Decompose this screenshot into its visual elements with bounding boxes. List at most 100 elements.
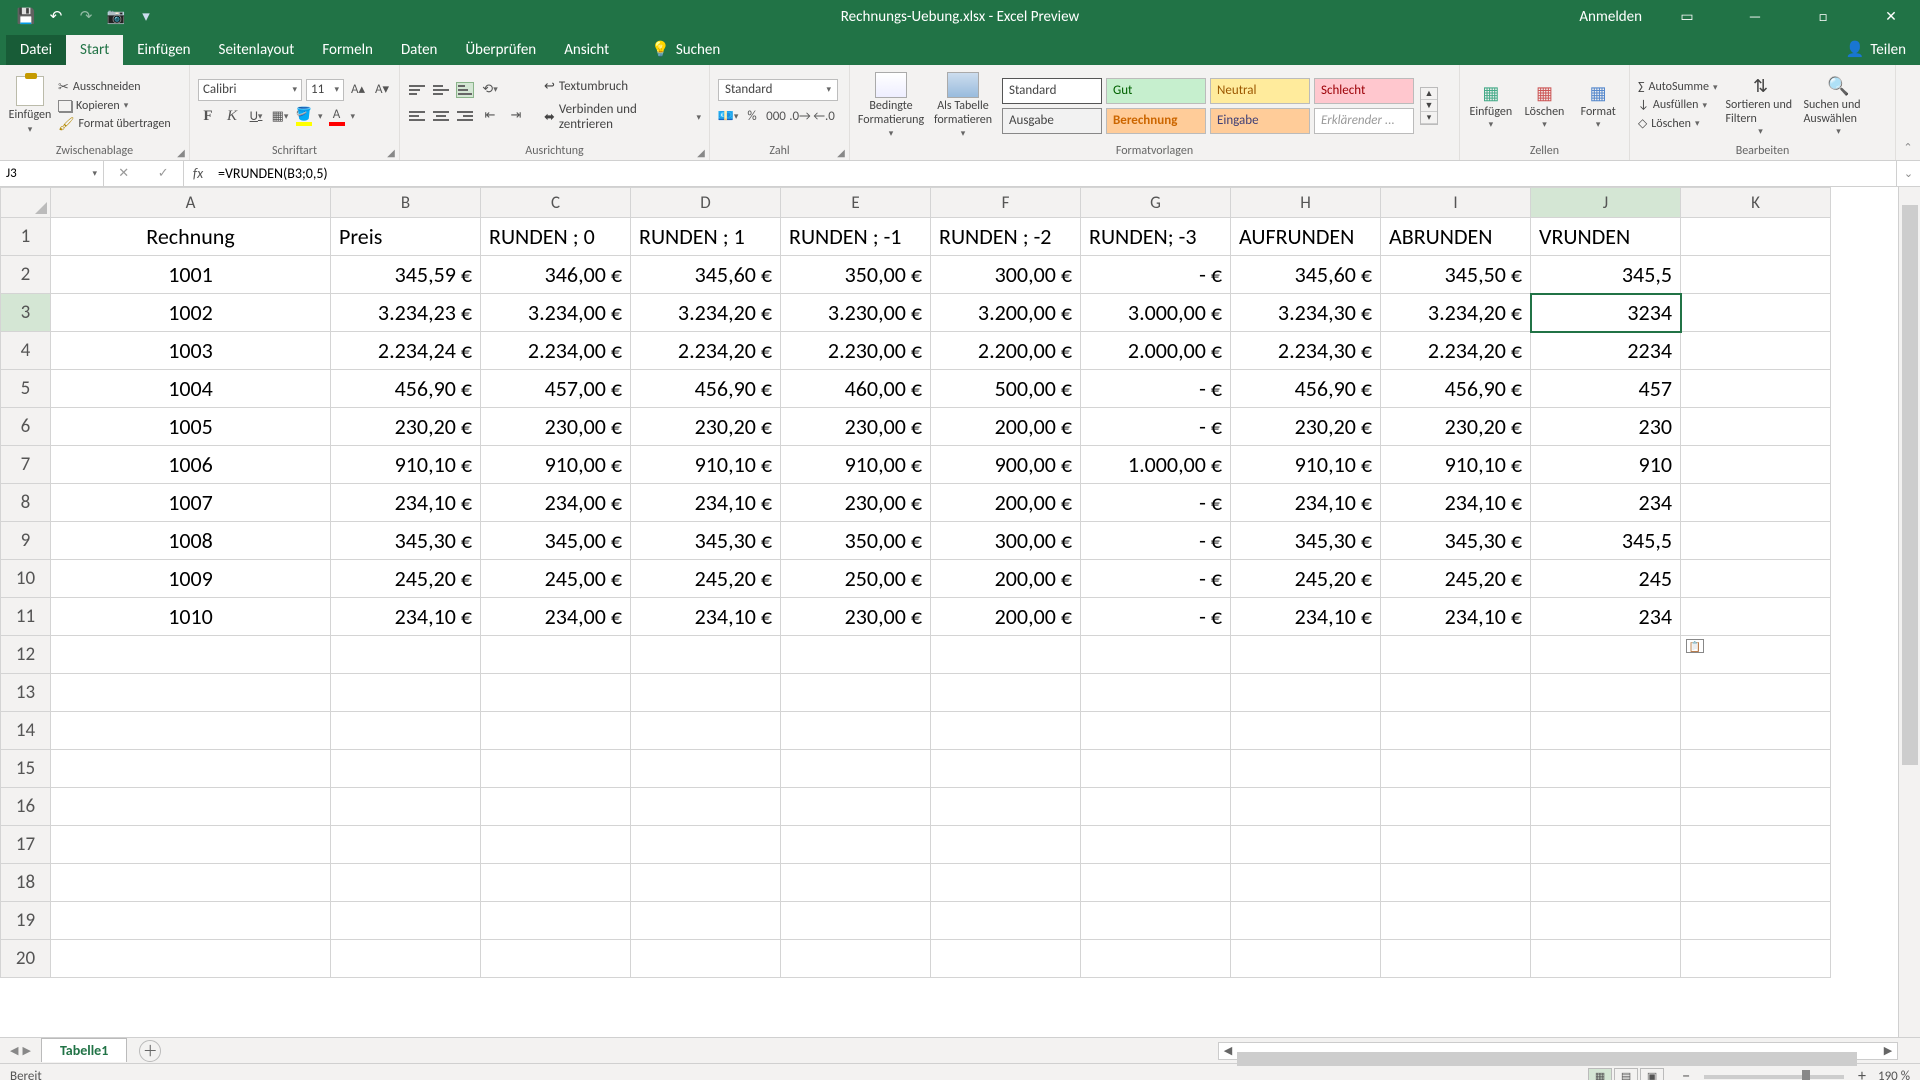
save-icon[interactable]: 💾 [18, 9, 34, 25]
cell-E11[interactable]: 230,00 € [781, 598, 931, 636]
cell-D4[interactable]: 2.234,20 € [631, 332, 781, 370]
increase-decimal-icon[interactable]: .0→ [790, 107, 810, 127]
cell-E15[interactable] [781, 750, 931, 788]
cell-F14[interactable] [931, 712, 1081, 750]
col-header-F[interactable]: F [931, 188, 1081, 218]
cell-H10[interactable]: 245,20 € [1231, 560, 1381, 598]
decrease-decimal-icon[interactable]: ←.0 [814, 107, 834, 127]
cell-G17[interactable] [1081, 826, 1231, 864]
style-input[interactable]: Eingabe [1210, 108, 1310, 134]
share-button[interactable]: 👤 Teilen [1832, 34, 1920, 65]
cell-A5[interactable]: 1004 [51, 370, 331, 408]
style-good[interactable]: Gut [1106, 78, 1206, 104]
cell-D15[interactable] [631, 750, 781, 788]
cell-E12[interactable] [781, 636, 931, 674]
cell-F2[interactable]: 300,00 € [931, 256, 1081, 294]
cell-J19[interactable] [1531, 902, 1681, 940]
cell-A16[interactable] [51, 788, 331, 826]
cell-E9[interactable]: 350,00 € [781, 522, 931, 560]
style-bad[interactable]: Schlecht [1314, 78, 1414, 104]
cell-D17[interactable] [631, 826, 781, 864]
font-name-select[interactable]: Calibri▾ [198, 79, 302, 101]
cell-J20[interactable] [1531, 940, 1681, 978]
cell-K2[interactable] [1681, 256, 1831, 294]
header-cell[interactable]: RUNDEN ; -1 [781, 218, 931, 256]
cell-K6[interactable] [1681, 408, 1831, 446]
cell-G5[interactable]: - € [1081, 370, 1231, 408]
gallery-up-icon[interactable]: ▲ [1421, 88, 1437, 100]
row-header-7[interactable]: 7 [1, 446, 51, 484]
cell-G18[interactable] [1081, 864, 1231, 902]
col-header-A[interactable]: A [51, 188, 331, 218]
cell-D7[interactable]: 910,10 € [631, 446, 781, 484]
cell-B15[interactable] [331, 750, 481, 788]
cancel-formula-icon[interactable]: ✕ [118, 166, 129, 181]
cell-D8[interactable]: 234,10 € [631, 484, 781, 522]
fill-button[interactable]: ↓Ausfüllen▾ [1638, 98, 1717, 112]
cell-B2[interactable]: 345,59 € [331, 256, 481, 294]
header-cell[interactable]: RUNDEN ; 0 [481, 218, 631, 256]
cell-H15[interactable] [1231, 750, 1381, 788]
cell-C18[interactable] [481, 864, 631, 902]
header-cell[interactable]: AUFRUNDEN [1231, 218, 1381, 256]
cell-I15[interactable] [1381, 750, 1531, 788]
cell-J4[interactable]: 2234 [1531, 332, 1681, 370]
cell-K13[interactable] [1681, 674, 1831, 712]
cell-F10[interactable]: 200,00 € [931, 560, 1081, 598]
cell-I9[interactable]: 345,30 € [1381, 522, 1531, 560]
cell-C11[interactable]: 234,00 € [481, 598, 631, 636]
cell-B20[interactable] [331, 940, 481, 978]
increase-font-icon[interactable]: A▴ [348, 80, 368, 100]
cell-A3[interactable]: 1002 [51, 294, 331, 332]
cell-C2[interactable]: 346,00 € [481, 256, 631, 294]
header-cell[interactable] [1681, 218, 1831, 256]
align-left-icon[interactable] [408, 108, 426, 124]
cell-G9[interactable]: - € [1081, 522, 1231, 560]
cell-H17[interactable] [1231, 826, 1381, 864]
cell-J10[interactable]: 245 [1531, 560, 1681, 598]
cell-I10[interactable]: 245,20 € [1381, 560, 1531, 598]
cell-G16[interactable] [1081, 788, 1231, 826]
col-header-D[interactable]: D [631, 188, 781, 218]
cell-H2[interactable]: 345,60 € [1231, 256, 1381, 294]
cell-H3[interactable]: 3.234,30 € [1231, 294, 1381, 332]
cell-D10[interactable]: 245,20 € [631, 560, 781, 598]
decrease-indent-icon[interactable]: ⇤ [480, 106, 500, 126]
font-size-select[interactable]: 11▾ [306, 79, 344, 101]
cell-G6[interactable]: - € [1081, 408, 1231, 446]
row-header-3[interactable]: 3 [1, 294, 51, 332]
cell-A20[interactable] [51, 940, 331, 978]
cell-C19[interactable] [481, 902, 631, 940]
align-bottom-icon[interactable] [456, 82, 474, 98]
cell-A6[interactable]: 1005 [51, 408, 331, 446]
maximize-button[interactable]: □ [1800, 0, 1846, 33]
cell-H16[interactable] [1231, 788, 1381, 826]
undo-icon[interactable]: ↶ [48, 9, 64, 25]
cell-H7[interactable]: 910,10 € [1231, 446, 1381, 484]
row-header-10[interactable]: 10 [1, 560, 51, 598]
hscroll-left-icon[interactable]: ◀ [1219, 1044, 1237, 1057]
cell-C20[interactable] [481, 940, 631, 978]
row-header-17[interactable]: 17 [1, 826, 51, 864]
delete-cells-button[interactable]: ▦Löschen▾ [1522, 81, 1568, 130]
cell-D2[interactable]: 345,60 € [631, 256, 781, 294]
row-header-13[interactable]: 13 [1, 674, 51, 712]
cell-F16[interactable] [931, 788, 1081, 826]
format-cells-button[interactable]: ▦Format▾ [1575, 81, 1621, 130]
underline-button[interactable]: U▾ [246, 107, 266, 127]
cell-B19[interactable] [331, 902, 481, 940]
col-header-G[interactable]: G [1081, 188, 1231, 218]
col-header-J[interactable]: J [1531, 188, 1681, 218]
cell-G19[interactable] [1081, 902, 1231, 940]
cell-I12[interactable] [1381, 636, 1531, 674]
cell-D5[interactable]: 456,90 € [631, 370, 781, 408]
cell-E5[interactable]: 460,00 € [781, 370, 931, 408]
cell-G20[interactable] [1081, 940, 1231, 978]
cut-button[interactable]: ✂Ausschneiden [58, 80, 171, 95]
cell-J16[interactable] [1531, 788, 1681, 826]
cell-J5[interactable]: 457 [1531, 370, 1681, 408]
sheet-tab-active[interactable]: Tabelle1 [41, 1038, 127, 1062]
cell-K3[interactable] [1681, 294, 1831, 332]
clipboard-launcher-icon[interactable]: ◢ [175, 146, 187, 158]
cell-I4[interactable]: 2.234,20 € [1381, 332, 1531, 370]
